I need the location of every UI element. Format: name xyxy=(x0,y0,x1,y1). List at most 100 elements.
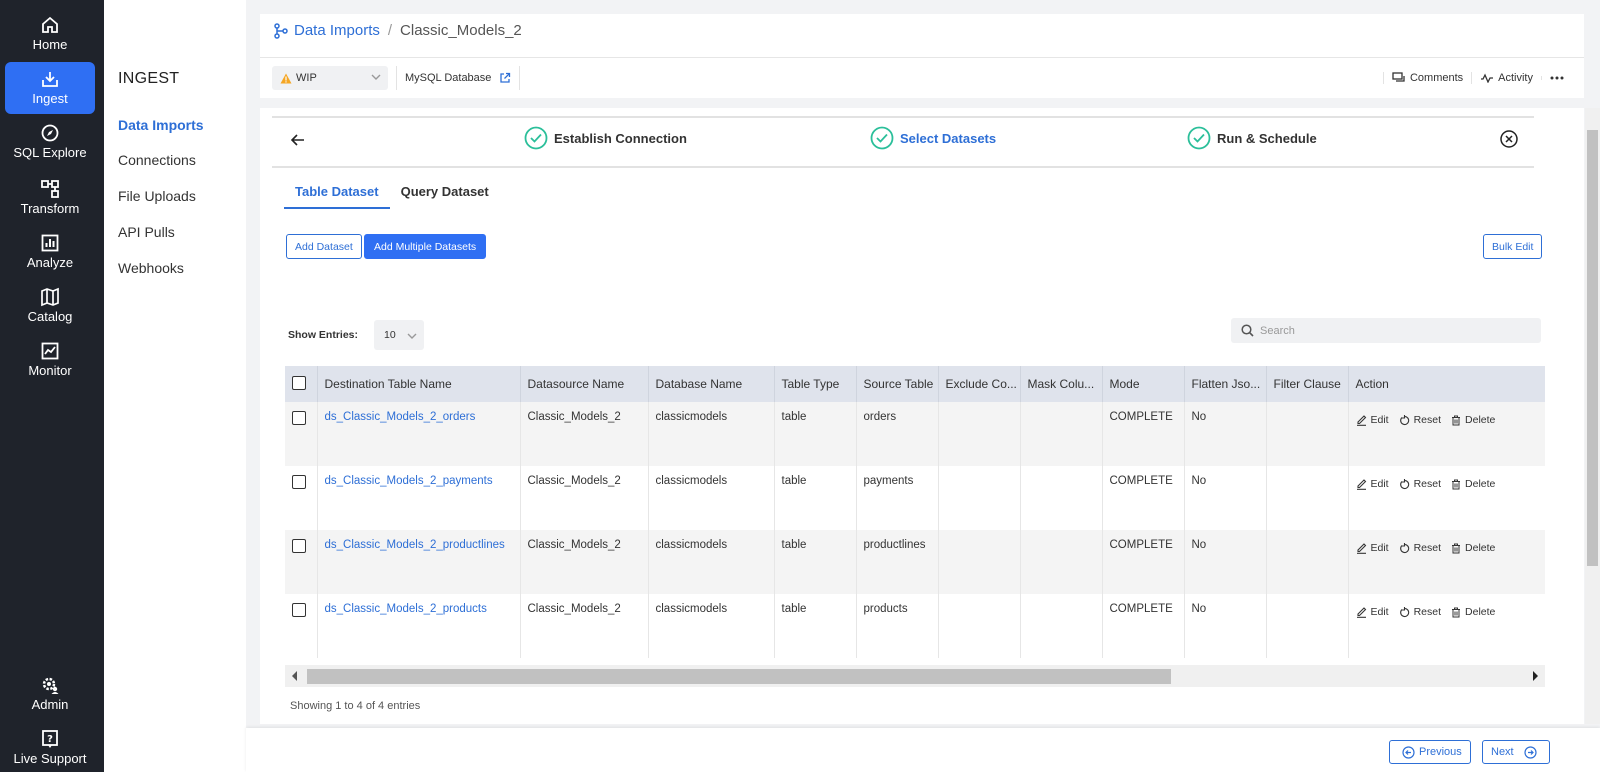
comments-icon xyxy=(1392,72,1405,82)
table-cell xyxy=(1020,402,1103,466)
external-link-icon[interactable] xyxy=(499,72,511,84)
scroll-left-icon[interactable] xyxy=(291,671,299,681)
show-entries: Show Entries: 10 xyxy=(288,320,425,350)
edit-button[interactable]: Edit xyxy=(1356,414,1389,426)
activity-button[interactable]: Activity xyxy=(1471,72,1541,84)
reset-button[interactable]: Reset xyxy=(1399,606,1441,618)
delete-button[interactable]: Delete xyxy=(1451,414,1495,426)
subnav-item-webhooks[interactable]: Webhooks xyxy=(118,260,184,276)
bulk-edit-button[interactable]: Bulk Edit xyxy=(1483,234,1543,259)
nav-ingest[interactable]: Ingest xyxy=(5,62,95,114)
subnav-item-api-pulls[interactable]: API Pulls xyxy=(118,224,175,240)
action-cell: Edit Reset Delete xyxy=(1347,402,1545,466)
next-button[interactable]: Next xyxy=(1482,740,1550,764)
action-cell: Edit Reset Delete xyxy=(1347,466,1545,530)
subnav-item-connections[interactable]: Connections xyxy=(118,152,196,168)
column-header[interactable]: Flatten Jso... xyxy=(1184,366,1267,402)
destination-table-link[interactable]: ds_Classic_Models_2_orders xyxy=(325,411,476,423)
map-icon xyxy=(41,287,59,307)
edit-button[interactable]: Edit xyxy=(1356,478,1389,490)
edit-button[interactable]: Edit xyxy=(1356,606,1389,618)
destination-table-link[interactable]: ds_Classic_Models_2_payments xyxy=(325,475,493,487)
breadcrumb-data-imports-link[interactable]: Data Imports xyxy=(294,22,380,39)
download-icon xyxy=(42,72,58,87)
add-dataset-button[interactable]: Add Dataset xyxy=(286,234,362,259)
nav-live-support[interactable]: ? Live Support xyxy=(5,722,95,772)
delete-button[interactable]: Delete xyxy=(1451,606,1495,618)
tab-table-dataset[interactable]: Table Dataset xyxy=(284,176,390,209)
column-header[interactable]: Mask Colu... xyxy=(1020,366,1103,402)
subnav-item-data-imports[interactable]: Data Imports xyxy=(118,117,204,133)
delete-button[interactable]: Delete xyxy=(1451,478,1495,490)
search-icon xyxy=(1241,324,1254,337)
column-header[interactable]: Datasource Name xyxy=(520,366,649,402)
nav-analyze[interactable]: Analyze xyxy=(5,226,95,278)
add-multiple-datasets-button[interactable]: Add Multiple Datasets xyxy=(364,234,487,259)
edit-icon xyxy=(1356,479,1366,490)
step-run-schedule[interactable]: Run & Schedule xyxy=(1187,126,1317,150)
step-label: Establish Connection xyxy=(554,130,687,146)
nav-monitor-label: Monitor xyxy=(28,363,72,378)
breadcrumb-separator: / xyxy=(387,22,393,39)
wizard-footer: Previous Next xyxy=(246,728,1600,772)
entries-per-page-select[interactable]: 10 xyxy=(374,320,425,350)
edit-label: Edit xyxy=(1370,414,1389,426)
edit-button[interactable]: Edit xyxy=(1356,542,1389,554)
row-select-cell xyxy=(285,530,318,594)
vertical-scrollbar[interactable] xyxy=(1585,108,1600,724)
nav-sql-explore[interactable]: SQL Explore xyxy=(5,116,95,168)
column-header[interactable]: Exclude Co... xyxy=(938,366,1021,402)
nav-admin[interactable]: Admin xyxy=(5,668,95,720)
row-checkbox[interactable] xyxy=(292,603,306,617)
scroll-right-icon[interactable] xyxy=(1531,671,1539,681)
entries-summary: Showing 1 to 4 of 4 entries xyxy=(290,700,421,712)
reset-button[interactable]: Reset xyxy=(1399,478,1441,490)
destination-table-link[interactable]: ds_Classic_Models_2_products xyxy=(325,603,487,615)
comments-button[interactable]: Comments xyxy=(1382,72,1471,84)
step-establish-connection[interactable]: Establish Connection xyxy=(524,126,687,150)
scrollbar-thumb[interactable] xyxy=(307,669,1171,684)
table-row: ds_Classic_Models_2_payments Classic_Mode… xyxy=(285,466,1545,530)
destination-table-link[interactable]: ds_Classic_Models_2_productlines xyxy=(325,539,505,551)
transform-icon xyxy=(41,180,59,198)
check-circle-icon xyxy=(870,126,894,150)
delete-label: Delete xyxy=(1465,606,1496,618)
column-header[interactable]: Source Table xyxy=(856,366,939,402)
reset-button[interactable]: Reset xyxy=(1399,542,1441,554)
nav-catalog[interactable]: Catalog xyxy=(5,280,95,332)
scrollbar-thumb[interactable] xyxy=(1587,130,1598,566)
more-options-button[interactable] xyxy=(1541,76,1576,80)
column-header[interactable]: Filter Clause xyxy=(1266,366,1349,402)
reset-button[interactable]: Reset xyxy=(1399,414,1441,426)
delete-button[interactable]: Delete xyxy=(1451,542,1495,554)
table-cell xyxy=(1266,466,1349,530)
table-cell: table xyxy=(774,530,857,594)
column-header[interactable]: Destination Table Name xyxy=(317,366,521,402)
table-cell: classicmodels xyxy=(648,594,775,658)
subnav-item-file-uploads[interactable]: File Uploads xyxy=(118,188,196,204)
search-input[interactable]: Search xyxy=(1231,318,1541,343)
datasets-table: Destination Table Name Datasource Name D… xyxy=(285,366,1545,658)
cell-destination-table: ds_Classic_Models_2_products xyxy=(317,594,521,658)
subnav-title: INGEST xyxy=(118,70,180,87)
close-icon[interactable] xyxy=(1500,130,1518,148)
row-checkbox[interactable] xyxy=(292,475,306,489)
previous-button[interactable]: Previous xyxy=(1389,740,1471,764)
tab-query-dataset[interactable]: Query Dataset xyxy=(390,176,500,209)
nav-transform[interactable]: Transform xyxy=(5,172,95,224)
status-dropdown[interactable]: WIP xyxy=(272,66,388,90)
back-arrow-icon[interactable] xyxy=(290,132,306,148)
nav-home-label: Home xyxy=(32,37,68,52)
select-all-checkbox[interactable] xyxy=(292,375,306,390)
row-checkbox[interactable] xyxy=(292,411,306,425)
edit-label: Edit xyxy=(1370,542,1389,554)
table-cell: classicmodels xyxy=(648,466,775,530)
step-select-datasets[interactable]: Select Datasets xyxy=(870,126,996,150)
column-header[interactable]: Database Name xyxy=(648,366,775,402)
row-checkbox[interactable] xyxy=(292,539,306,553)
nav-home[interactable]: Home xyxy=(5,8,95,60)
column-header[interactable]: Mode xyxy=(1102,366,1185,402)
nav-monitor[interactable]: Monitor xyxy=(5,334,95,386)
horizontal-scrollbar[interactable] xyxy=(285,665,1545,687)
column-header[interactable]: Table Type xyxy=(774,366,857,402)
